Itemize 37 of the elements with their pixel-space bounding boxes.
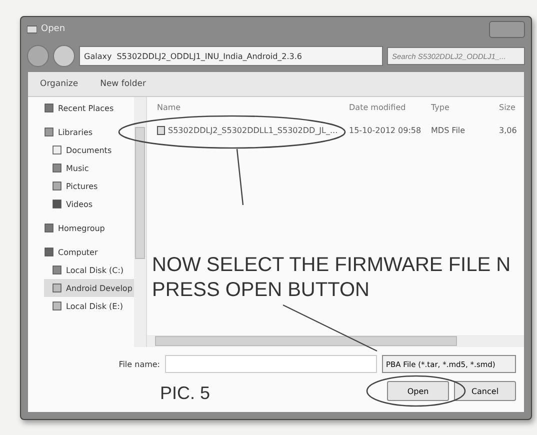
sidebar-item[interactable]: Computer [44,243,134,261]
column-header[interactable]: Name [157,103,349,112]
leader-line [236,148,244,206]
table-cell-text: 3,06 [499,126,518,135]
file-name-field[interactable] [165,355,377,373]
figure-caption: PIC. 5 [160,383,210,404]
toolbar-item[interactable]: New folder [100,79,146,89]
open-button[interactable]: Open [387,381,449,401]
table-cell: S5302DDLJ2_S5302DDLL1_S5302DD_JL_... [157,126,349,135]
close-button[interactable] [489,20,525,38]
address-bar[interactable]: Galaxy S5302DDLJ2_ODDLJ1_INU_India_Android_2.3.6 [79,46,383,66]
window-title: Open [41,24,66,34]
column-header[interactable]: Date modified [349,103,431,112]
sidebar-item[interactable]: Local Disk (E:) [44,297,134,315]
sidebar-item[interactable]: Recent Places [44,99,134,117]
folder-icon [27,24,37,34]
table-cell-text: MDS File [431,126,466,135]
column-header[interactable]: Size [499,103,524,112]
file-icon [157,126,165,135]
sidebar-item[interactable]: Libraries [44,123,134,141]
sidebar-item[interactable]: Local Disk (C:) [44,261,134,279]
sidebar-item[interactable]: Pictures [44,177,134,195]
sidebar-item[interactable]: Videos [44,195,134,213]
scrollbar-thumb[interactable] [155,336,457,346]
sidebar-item[interactable]: Music [44,159,134,177]
scrollbar-thumb[interactable] [135,127,145,259]
toolbar-item[interactable]: Organize [40,79,78,89]
instruction-note: NOW SELECT THE FIRMWARE FILE N PRESS OPEN BUTTON [152,253,511,303]
file-name-label: File name: [118,360,160,368]
table-cell-text: 15-10-2012 09:58 [349,126,422,135]
cancel-button[interactable]: Cancel [454,381,516,401]
column-header[interactable]: Type [431,103,499,112]
sidebar-item[interactable]: Documents [44,141,134,159]
back-button[interactable] [27,45,49,67]
sidebar-item[interactable]: Android Develop [44,279,134,297]
forward-button[interactable] [53,45,75,67]
sidebar-item[interactable]: Homegroup [44,219,134,237]
